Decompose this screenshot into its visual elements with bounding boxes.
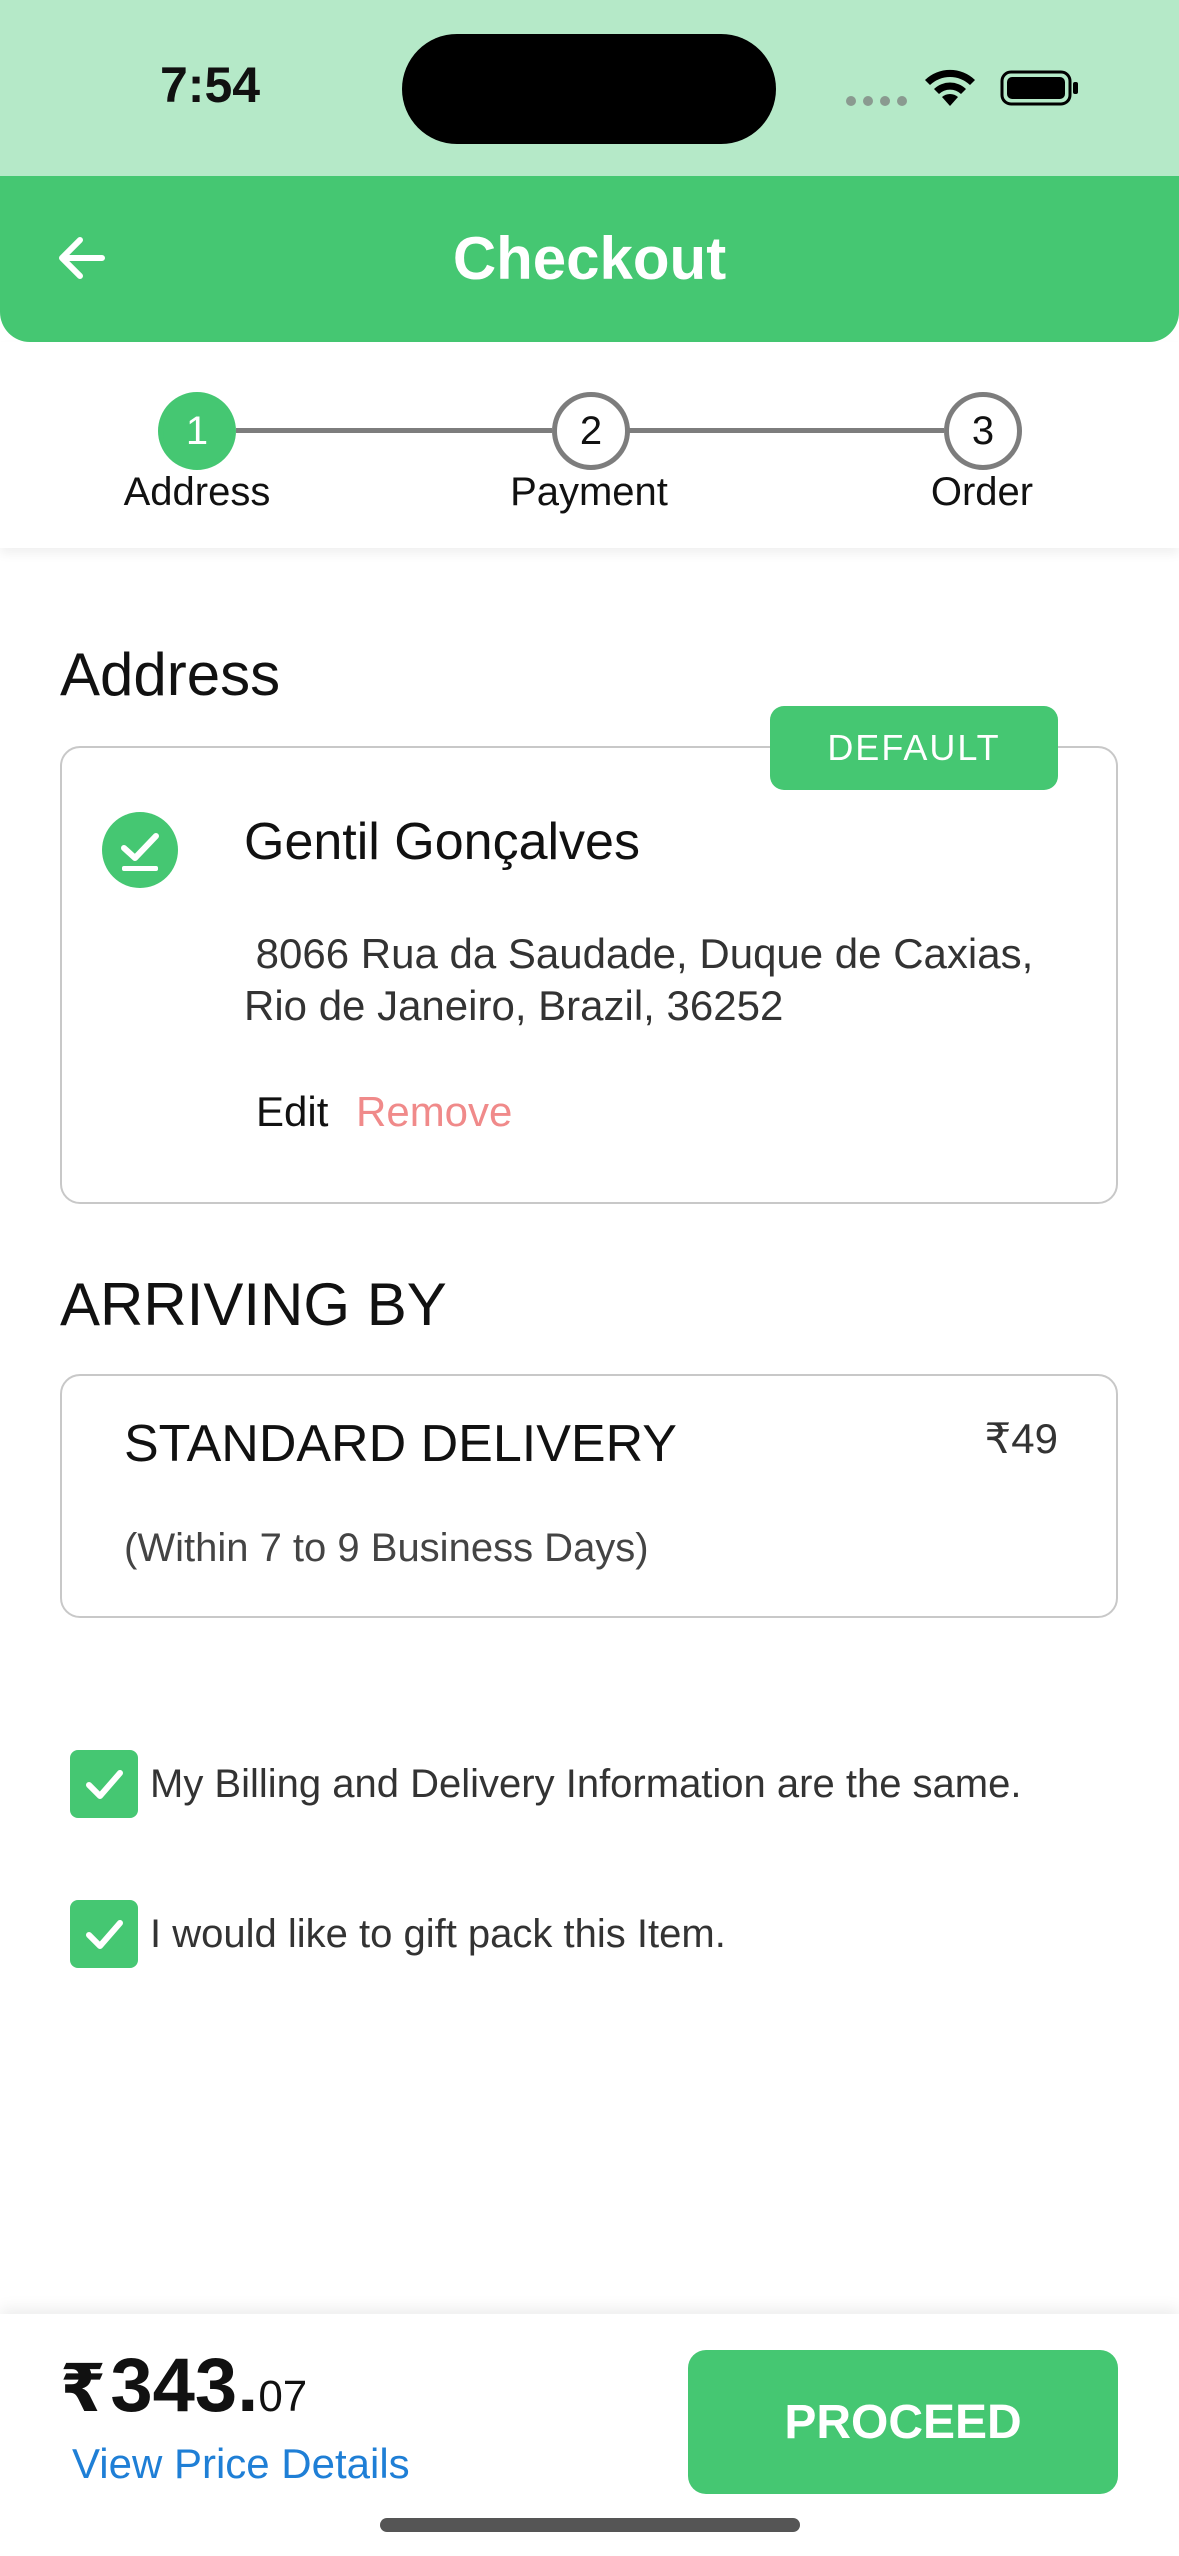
step-3-label: Order [930, 470, 1034, 514]
app-header: Checkout [0, 176, 1179, 342]
billing-same-label: My Billing and Delivery Information are … [150, 1761, 1022, 1806]
delivery-type: STANDARD DELIVERY [124, 1415, 677, 1473]
address-line-1: 8066 Rua da Saudade, Duque de Caxias, [244, 930, 1034, 977]
wifi-icon [925, 69, 975, 106]
address-card[interactable]: Gentil Gonçalves 8066 Rua da Saudade, Du… [60, 746, 1118, 1204]
currency-symbol: ₹ [60, 2351, 106, 2425]
step-connector [628, 428, 944, 433]
default-badge: DEFAULT [770, 706, 1058, 790]
checkmark-icon [86, 1920, 123, 1949]
delivery-price: ₹49 [984, 1415, 1058, 1462]
cellular-signal-icon [846, 96, 907, 106]
edit-address-button[interactable]: Edit [256, 1088, 328, 1136]
delivery-option-card[interactable]: STANDARD DELIVERY ₹49 (Within 7 to 9 Bus… [60, 1374, 1118, 1618]
home-indicator[interactable] [380, 2518, 800, 2532]
delivery-timeframe: (Within 7 to 9 Business Days) [124, 1526, 649, 1570]
checkout-stepper: 1 2 3 Address Payment Order [0, 342, 1179, 548]
address-text: 8066 Rua da Saudade, Duque de Caxias, Ri… [244, 928, 1084, 1032]
step-3-circle: 3 [944, 392, 1022, 470]
step-connector [236, 428, 552, 433]
page-title: Checkout [452, 225, 727, 292]
status-bar: 7:54 [0, 0, 1179, 180]
billing-same-option[interactable]: My Billing and Delivery Information are … [70, 1750, 1021, 1818]
remove-address-button[interactable]: Remove [356, 1088, 512, 1136]
total-price: ₹ 343.07 [60, 2342, 307, 2429]
status-time: 7:54 [160, 57, 261, 113]
gift-pack-checkbox[interactable] [70, 1900, 138, 1968]
dynamic-island [402, 34, 776, 144]
gift-pack-option[interactable]: I would like to gift pack this Item. [70, 1900, 726, 1968]
total-main: 343. [110, 2343, 259, 2428]
view-price-details-link[interactable]: View Price Details [72, 2440, 410, 2488]
billing-same-checkbox[interactable] [70, 1750, 138, 1818]
address-name: Gentil Gonçalves [244, 813, 640, 871]
selected-check-icon [102, 812, 178, 888]
address-section-title: Address [60, 641, 281, 708]
step-1-label: Address [123, 470, 271, 514]
proceed-button[interactable]: PROCEED [688, 2350, 1118, 2494]
step-1-circle: 1 [158, 392, 236, 470]
battery-icon [1000, 70, 1078, 106]
address-line-2: Rio de Janeiro, Brazil, 36252 [244, 982, 784, 1029]
gift-pack-label: I would like to gift pack this Item. [150, 1911, 726, 1956]
arriving-section-title: ARRIVING BY [60, 1271, 447, 1338]
checkmark-icon [86, 1770, 123, 1799]
step-2-circle: 2 [552, 392, 630, 470]
step-2-label: Payment [510, 470, 668, 514]
total-decimal: 07 [258, 2372, 308, 2421]
